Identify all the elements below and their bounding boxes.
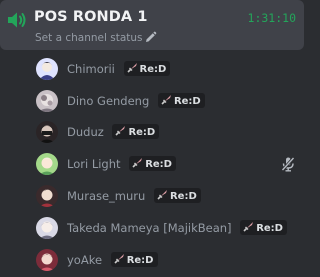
voice-user-row[interactable]: Duduz Re:D	[32, 118, 304, 146]
user-name-text: yoAke	[67, 253, 103, 267]
user-name-text: Lori Light	[67, 157, 121, 171]
voice-user-row[interactable]: Murase_muru Re:D	[32, 182, 304, 210]
role-label: Re:D	[126, 255, 154, 266]
sword-icon	[132, 158, 143, 168]
avatar[interactable]	[36, 185, 58, 207]
voice-channel-header[interactable]: POS RONDA 1 1:31:10 Set a channel status	[0, 0, 304, 50]
sword-icon	[157, 190, 167, 200]
avatar[interactable]	[36, 58, 58, 80]
sword-icon	[161, 95, 171, 105]
voice-user-row[interactable]: Takeda Mameya [MajikBean] Re:D	[32, 214, 304, 242]
voice-user-row[interactable]: Lori Light Re:D	[32, 150, 304, 178]
user-name: Duduz Re:D	[67, 124, 160, 139]
avatar[interactable]	[36, 90, 58, 112]
voice-user-row[interactable]: yoAke Re:D	[32, 246, 304, 274]
role-label: Re:D	[139, 64, 167, 75]
user-name-text: Dino Gendeng	[67, 94, 150, 108]
user-name: Dino Gendeng Re:D	[67, 93, 205, 108]
voice-user-row[interactable]: Dino Gendeng Re:D	[32, 87, 304, 115]
user-name: yoAke Re:D	[67, 252, 158, 267]
user-name: Murase_muru Re:D	[67, 188, 201, 203]
speaker-icon	[8, 12, 26, 28]
channel-status-button[interactable]: Set a channel status	[35, 32, 143, 44]
role-badge: Re:D	[123, 61, 171, 76]
sword-icon	[126, 63, 137, 73]
user-name: Lori Light Re:D	[67, 156, 176, 171]
user-name-text: Takeda Mameya [MajikBean]	[67, 221, 232, 235]
sword-icon	[115, 126, 126, 136]
muted-microphone-icon	[281, 156, 295, 172]
avatar[interactable]	[36, 121, 58, 143]
role-badge: Re:D	[153, 188, 201, 203]
role-badge: Re:D	[110, 252, 158, 267]
user-name: Takeda Mameya [MajikBean] Re:D	[67, 220, 287, 235]
role-badge: Re:D	[112, 124, 160, 139]
role-label: Re:D	[173, 96, 201, 107]
role-label: Re:D	[145, 159, 172, 170]
user-name-text: Chimorii	[67, 62, 115, 76]
user-name: Chimorii Re:D	[67, 61, 171, 76]
role-badge: Re:D	[129, 156, 176, 171]
role-badge: Re:D	[240, 220, 287, 235]
role-label: Re:D	[128, 127, 156, 138]
call-timer: 1:31:10	[247, 11, 296, 25]
user-name-text: Duduz	[67, 125, 104, 139]
avatar[interactable]	[36, 217, 58, 239]
user-name-text: Murase_muru	[67, 189, 146, 203]
channel-name: POS RONDA 1	[34, 9, 148, 25]
avatar[interactable]	[36, 153, 58, 175]
voice-user-row[interactable]: Chimorii Re:D	[32, 55, 304, 83]
role-label: Re:D	[169, 191, 197, 202]
sword-icon	[114, 254, 124, 264]
avatar[interactable]	[36, 249, 58, 271]
role-label: Re:D	[256, 223, 283, 234]
role-badge: Re:D	[157, 93, 205, 108]
sword-icon	[243, 222, 254, 232]
pencil-icon[interactable]	[144, 31, 157, 44]
